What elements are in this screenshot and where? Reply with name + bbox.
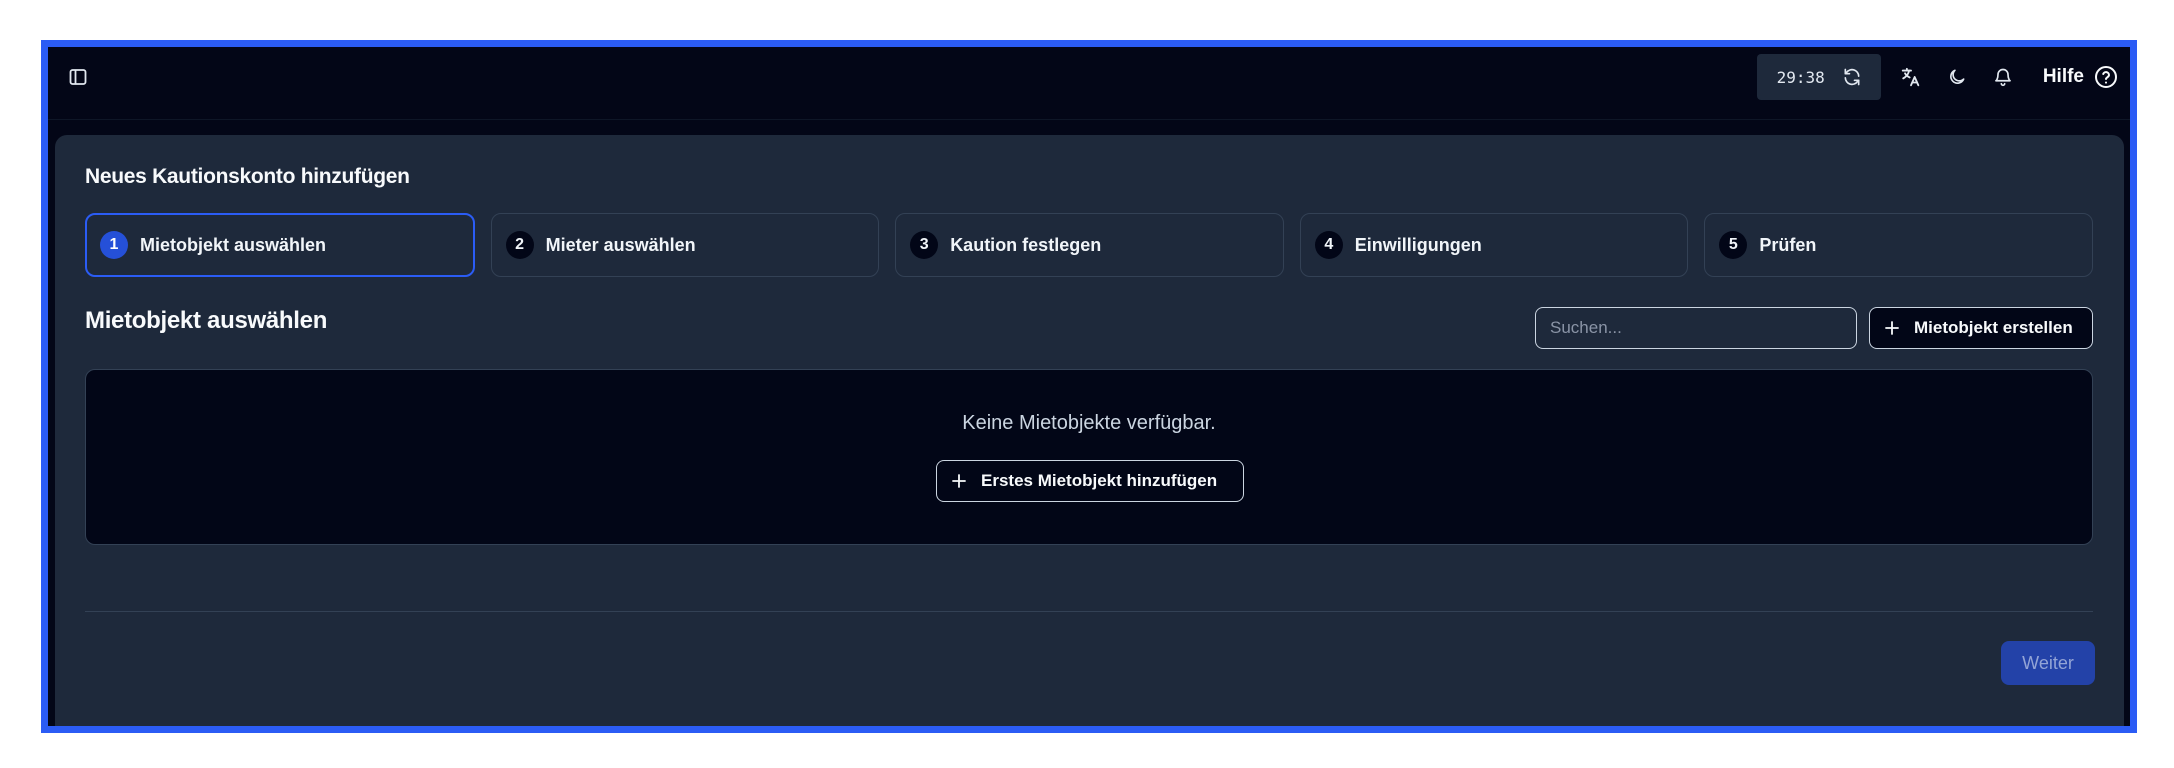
step-number: 3 <box>910 231 939 259</box>
step-consents[interactable]: 4 Einwilligungen <box>1299 213 1689 277</box>
step-number: 5 <box>1719 231 1748 259</box>
step-label: Kaution festlegen <box>950 234 1102 255</box>
create-property-label: Mietobjekt erstellen <box>1914 318 2073 337</box>
section-header: Mietobjekt auswählen Mietobjekt erstelle… <box>85 307 2093 351</box>
step-select-tenant[interactable]: 2 Mieter auswählen <box>490 213 880 277</box>
next-button[interactable]: Weiter <box>2001 641 2095 685</box>
section-title: Mietobjekt auswählen <box>85 307 328 334</box>
search-input[interactable] <box>1535 307 1857 349</box>
empty-state-text: Keine Mietobjekte verfügbar. <box>962 412 1216 434</box>
page-title: Neues Kautionskonto hinzufügen <box>85 165 410 188</box>
step-label: Mietobjekt auswählen <box>140 234 327 255</box>
footer-divider <box>85 611 2093 612</box>
question-circle-icon <box>2094 65 2118 89</box>
step-review[interactable]: 5 Prüfen <box>1704 213 2093 277</box>
moon-icon[interactable] <box>1941 61 1973 93</box>
plus-icon <box>1884 320 1900 336</box>
step-label: Mieter auswählen <box>545 234 696 255</box>
translate-icon[interactable] <box>1895 61 1927 93</box>
step-number: 1 <box>100 231 128 259</box>
add-first-property-button[interactable]: Erstes Mietobjekt hinzufügen <box>936 460 1244 502</box>
main-card: Neues Kautionskonto hinzufügen 1 Mietobj… <box>55 135 2124 726</box>
session-timer: 29:38 <box>1756 54 1881 100</box>
refresh-icon[interactable] <box>1841 66 1863 88</box>
step-set-deposit[interactable]: 3 Kaution festlegen <box>895 213 1284 277</box>
app-frame: 29:38 Hilfe Neues Kautionskonto hinzufüg… <box>41 40 2137 733</box>
top-bar-tools: 29:38 Hilfe <box>1756 54 2118 100</box>
help-label: Hilfe <box>2042 66 2084 87</box>
step-label: Prüfen <box>1759 234 1817 255</box>
timer-value: 29:38 <box>1776 67 1825 87</box>
add-first-property-label: Erstes Mietobjekt hinzufügen <box>981 471 1218 490</box>
bell-icon[interactable] <box>1987 61 2019 93</box>
plus-icon <box>951 473 967 489</box>
step-number: 2 <box>505 231 534 259</box>
create-property-button[interactable]: Mietobjekt erstellen <box>1869 307 2093 349</box>
help-button[interactable]: Hilfe <box>2043 65 2118 89</box>
step-select-property[interactable]: 1 Mietobjekt auswählen <box>85 213 475 277</box>
empty-state-panel: Keine Mietobjekte verfügbar. Erstes Miet… <box>85 369 2093 545</box>
sidebar-panel-icon[interactable] <box>62 61 94 93</box>
app-window: 29:38 Hilfe Neues Kautionskonto hinzufüg… <box>48 47 2130 726</box>
stepper: 1 Mietobjekt auswählen 2 Mieter auswähle… <box>85 213 2093 277</box>
top-bar-divider <box>48 119 2130 120</box>
step-label: Einwilligungen <box>1354 234 1482 255</box>
step-number: 4 <box>1314 231 1343 259</box>
top-bar: 29:38 Hilfe <box>48 47 2130 107</box>
